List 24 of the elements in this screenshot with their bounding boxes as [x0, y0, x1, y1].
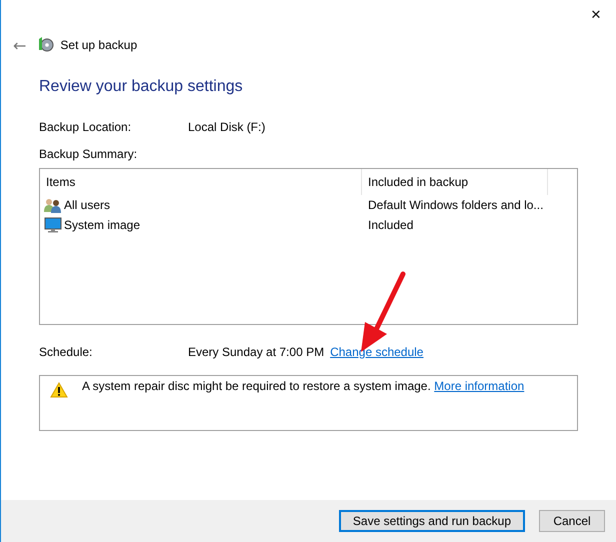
- table-cell: All users: [64, 198, 110, 212]
- change-schedule-link[interactable]: Change schedule: [330, 345, 424, 375]
- more-information-link[interactable]: More information: [434, 379, 524, 393]
- window-title: Set up backup: [60, 38, 138, 52]
- cancel-button[interactable]: Cancel: [539, 510, 605, 532]
- page-heading: Review your backup settings: [39, 78, 244, 96]
- back-button[interactable]: ←: [9, 36, 30, 54]
- schedule-label: Schedule:: [39, 345, 94, 361]
- monitor-icon: [44, 217, 62, 233]
- column-header[interactable]: Items: [40, 169, 362, 195]
- field-value: Local Disk (F:): [188, 120, 266, 134]
- column-header[interactable]: Included in backup: [362, 169, 548, 195]
- schedule-value: Every Sunday at 7:00 PM: [188, 345, 324, 361]
- table-cell-text: Included: [367, 218, 414, 232]
- table-cell-text: Default Windows folders and lo...: [367, 198, 544, 212]
- users-icon: [44, 197, 62, 213]
- summary-label: Backup Summary:: [39, 147, 138, 161]
- field-label: Backup Location:: [39, 120, 132, 134]
- backup-icon: [36, 36, 54, 54]
- warning-icon: [50, 382, 68, 398]
- warning-message: A system repair disc might be required to restore a system image. More information: [82, 379, 524, 393]
- save-button[interactable]: Save settings and run backup: [338, 510, 525, 532]
- table-cell: System image: [64, 218, 140, 232]
- close-button[interactable]: ✕: [576, 0, 616, 28]
